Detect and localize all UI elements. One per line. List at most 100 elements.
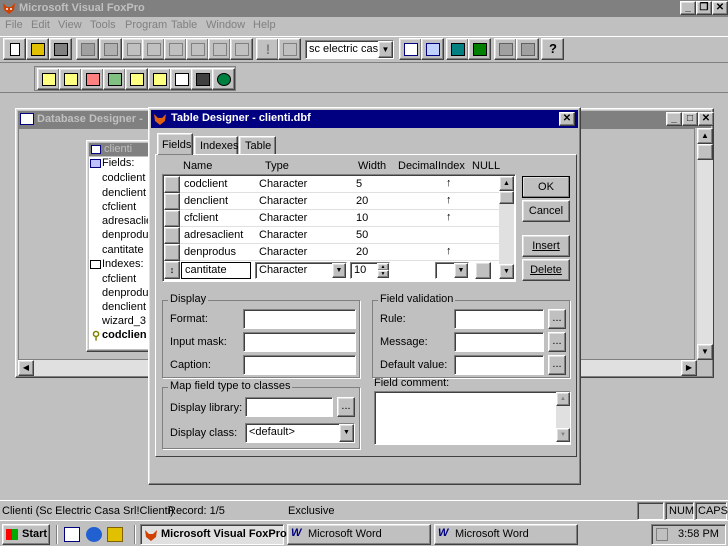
menu-window[interactable]: Window xyxy=(206,19,245,31)
add-view-icon[interactable] xyxy=(103,68,126,90)
field-type-select[interactable]: Character ▼ xyxy=(255,262,347,279)
chevron-down-icon[interactable]: ▼ xyxy=(378,41,393,58)
scroll-up-icon[interactable]: ▲ xyxy=(499,176,514,191)
edit-procedures-icon[interactable] xyxy=(170,68,193,90)
dialog-close-button[interactable]: ✕ xyxy=(559,112,575,126)
table-row[interactable]: codclient Character 5 ↑ xyxy=(180,176,500,193)
null-toggle-button[interactable] xyxy=(475,262,491,279)
chevron-down-icon[interactable]: ▼ xyxy=(339,424,354,442)
task-word-1[interactable]: W Microsoft Word xyxy=(287,524,431,545)
start-button[interactable]: Start xyxy=(2,524,50,545)
list-item[interactable]: cantitate xyxy=(102,244,144,256)
chevron-down-icon[interactable]: ▼ xyxy=(454,263,468,278)
remove-table-icon[interactable] xyxy=(81,68,104,90)
db-maximize-button[interactable]: □ xyxy=(682,112,698,126)
chevron-down-icon[interactable]: ▼ xyxy=(332,263,346,278)
scroll-right-icon[interactable]: ▶ xyxy=(681,360,697,376)
rule-builder-button[interactable]: ... xyxy=(548,309,566,329)
menu-edit[interactable]: Edit xyxy=(31,19,50,31)
table-row[interactable]: denclient Character 20 ↑ xyxy=(180,193,500,210)
quick-launch-ie-icon[interactable] xyxy=(86,527,102,542)
report-wizard-icon[interactable] xyxy=(468,38,491,60)
menu-view[interactable]: View xyxy=(58,19,82,31)
close-button[interactable]: ✕ xyxy=(712,1,728,15)
list-item[interactable]: cfclient xyxy=(102,201,136,213)
field-index-select[interactable]: ▼ xyxy=(435,262,469,279)
menu-program[interactable]: Program xyxy=(125,19,167,31)
table-row-editing[interactable]: cantitate Character ▼ 10 ▲ ▼ ▼ xyxy=(180,261,500,280)
redo-icon[interactable] xyxy=(230,38,253,60)
input-mask-input[interactable] xyxy=(243,332,356,352)
help-icon[interactable]: ? xyxy=(541,38,564,60)
modify-form-icon[interactable] xyxy=(278,38,301,60)
run-icon[interactable]: ! xyxy=(256,38,279,60)
row-selector[interactable] xyxy=(164,244,180,261)
form-wizard-icon[interactable] xyxy=(446,38,469,60)
rule-input[interactable] xyxy=(454,309,544,329)
default-builder-button[interactable]: ... xyxy=(548,355,566,375)
table-row[interactable]: denprodus Character 20 ↑ xyxy=(180,244,500,261)
modify-table-icon[interactable] xyxy=(125,68,148,90)
paste-icon[interactable] xyxy=(186,38,209,60)
menu-file[interactable]: File xyxy=(5,19,23,31)
save-icon[interactable] xyxy=(49,38,72,60)
scroll-down-icon[interactable]: ▼ xyxy=(499,264,514,279)
cancel-button[interactable]: Cancel xyxy=(522,200,570,222)
menu-table[interactable]: Table xyxy=(171,19,197,31)
insert-button[interactable]: Insert xyxy=(522,235,570,257)
caption-input[interactable] xyxy=(243,355,356,375)
task-foxpro[interactable]: Microsoft Visual FoxPro xyxy=(140,524,287,545)
undo-icon[interactable] xyxy=(208,38,231,60)
list-item[interactable]: denclient xyxy=(102,301,146,313)
list-item[interactable]: wizard_3 xyxy=(102,315,146,327)
list-item[interactable]: cfclient xyxy=(102,273,136,285)
primary-index-item[interactable]: codclien xyxy=(102,329,147,341)
tab-fields[interactable]: Fields xyxy=(157,133,193,155)
table-row[interactable]: adresaclient Character 50 xyxy=(180,227,500,244)
add-table-icon[interactable] xyxy=(59,68,82,90)
comment-scrollbar[interactable]: ▲ ▼ xyxy=(556,392,570,442)
scroll-up-icon[interactable]: ▲ xyxy=(556,392,570,406)
restore-button[interactable]: ❐ xyxy=(696,1,712,15)
list-item[interactable]: denclient xyxy=(102,187,146,199)
database-combo[interactable]: sc electric casa ▼ xyxy=(305,40,394,59)
format-input[interactable] xyxy=(243,309,356,329)
open-folder-icon[interactable] xyxy=(26,38,49,60)
print-preview-icon[interactable] xyxy=(99,38,122,60)
db-minimize-button[interactable]: _ xyxy=(666,112,682,126)
ok-button[interactable]: OK xyxy=(522,176,570,198)
tab-indexes[interactable]: Indexes xyxy=(194,136,239,155)
row-move-handle-icon[interactable]: ↕ xyxy=(164,261,180,279)
volume-icon[interactable] xyxy=(656,528,668,541)
scroll-thumb[interactable] xyxy=(499,191,514,204)
quick-launch-desktop-icon[interactable] xyxy=(64,527,80,542)
display-library-input[interactable] xyxy=(245,397,333,417)
cut-icon[interactable] xyxy=(142,38,165,60)
command-window-icon[interactable] xyxy=(399,38,422,60)
field-width-spinner[interactable]: 10 ▲ ▼ xyxy=(350,262,390,279)
browse-table-icon[interactable] xyxy=(148,68,171,90)
row-selector[interactable] xyxy=(164,210,180,227)
field-comment-textarea[interactable]: ▲ ▼ xyxy=(374,391,571,445)
row-selector[interactable] xyxy=(164,193,180,210)
list-item[interactable]: denprodus xyxy=(102,229,150,241)
table-box-titlebar[interactable]: clienti xyxy=(89,143,150,156)
print-icon[interactable] xyxy=(76,38,99,60)
new-table-icon[interactable] xyxy=(37,68,60,90)
grid-vertical-scrollbar[interactable]: ▲ ▼ xyxy=(499,176,514,279)
scroll-thumb[interactable] xyxy=(697,144,713,160)
task-word-2[interactable]: W Microsoft Word xyxy=(434,524,578,545)
view-window-icon[interactable] xyxy=(421,38,444,60)
quick-launch-outlook-icon[interactable] xyxy=(107,527,123,542)
spin-down-icon[interactable]: ▼ xyxy=(377,270,389,278)
scroll-up-icon[interactable]: ▲ xyxy=(697,128,713,144)
db-close-button[interactable]: ✕ xyxy=(698,112,714,126)
list-item[interactable]: adresaclie xyxy=(102,215,150,227)
menu-help[interactable]: Help xyxy=(253,19,276,31)
copy-icon[interactable] xyxy=(164,38,187,60)
connections-icon[interactable] xyxy=(191,68,214,90)
message-input[interactable] xyxy=(454,332,544,352)
default-value-input[interactable] xyxy=(454,355,544,375)
scroll-down-icon[interactable]: ▼ xyxy=(556,428,570,442)
row-selector[interactable] xyxy=(164,227,180,244)
